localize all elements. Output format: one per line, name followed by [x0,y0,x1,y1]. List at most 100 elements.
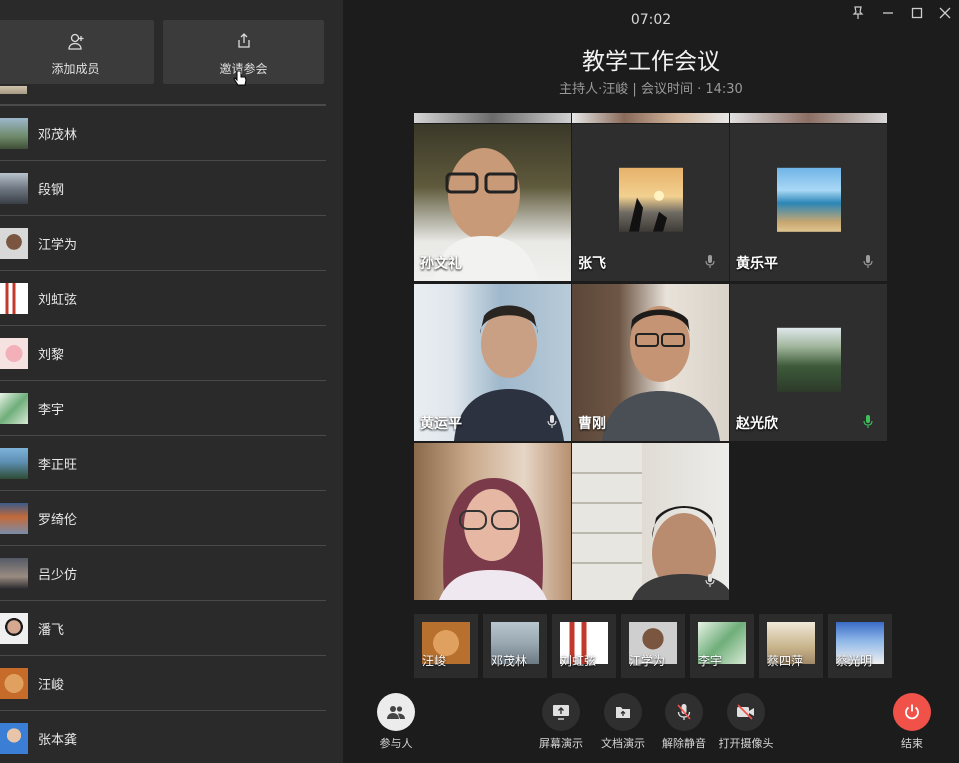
participant-name: 赵光欣 [736,416,778,432]
participant-name: 张飞 [578,256,606,272]
end-meeting-button[interactable]: 结束 [877,693,947,751]
mic-icon [863,253,873,272]
add-user-icon [0,32,154,52]
mic-active-icon [863,413,873,432]
member-row[interactable]: 汪峻 [0,656,326,711]
video-tile-partial [414,113,571,123]
avatar [0,723,28,754]
invite-button[interactable]: 邀请参会 [163,20,324,86]
avatar-image [618,167,683,232]
video-tile[interactable] [414,443,571,600]
avatar [0,228,28,259]
close-icon[interactable] [936,4,954,22]
hand-cursor-icon [233,70,247,92]
meeting-main: 07:02 教学工作会议 主持人·汪峻 | 会议时间 · 14:30 孙文礼 张… [343,0,959,763]
camera-label: 打开摄像头 [718,737,774,750]
pin-icon[interactable] [849,4,867,22]
video-tile[interactable]: 张飞 [572,124,729,281]
participants-button[interactable]: 参与人 [361,693,431,751]
thumbnail-name: 邓茂林 [491,654,528,668]
member-row[interactable]: 李正旺 [0,436,326,491]
thumbnail-name: 江学为 [629,654,666,668]
avatar [0,503,28,534]
member-name: 邓茂林 [38,128,78,143]
avatar-image [776,167,841,232]
video-tile[interactable] [572,443,729,600]
camera-button[interactable]: 打开摄像头 [711,693,781,751]
participants-icon [377,693,415,731]
thumbnail-name: 蔡四萍 [767,654,804,668]
avatar [0,393,28,424]
doc-share-button[interactable]: 文档演示 [588,693,658,751]
avatar [0,118,28,149]
participant-thumbnail[interactable]: 邓茂林 [483,614,547,678]
member-row[interactable]: 段钢 [0,161,326,216]
minimize-icon[interactable] [879,4,897,22]
thumbnail-name: 蔡光明 [836,654,873,668]
member-name: 张本龚 [38,733,78,748]
participant-name: 曹刚 [578,416,606,432]
meeting-subtitle: 主持人·汪峻 | 会议时间 · 14:30 [559,82,743,97]
end-label: 结束 [901,737,923,750]
member-row[interactable]: 张本龚 [0,711,326,763]
screen-share-button[interactable]: 屏幕演示 [526,693,596,751]
screen-share-icon [542,693,580,731]
add-member-button[interactable]: 添加成员 [0,20,154,84]
avatar [0,173,28,204]
add-member-label: 添加成员 [51,62,100,76]
member-row[interactable]: 邓茂林 [0,106,326,161]
member-row[interactable]: 江学为 [0,216,326,271]
member-name: 李宇 [38,403,65,418]
mic-icon [705,572,715,591]
maximize-icon[interactable] [908,4,926,22]
participant-name: 黄乐平 [736,256,778,272]
avatar [0,283,28,314]
meeting-title: 教学工作会议 [582,49,720,75]
member-row[interactable]: 李宇 [0,381,326,436]
avatar [0,448,28,479]
thumbnail-name: 汪峻 [422,654,447,668]
participant-thumbnail[interactable]: 李宇 [690,614,754,678]
member-row[interactable]: 罗绮伦 [0,491,326,546]
avatar-image [776,327,841,392]
unmute-button[interactable]: 解除静音 [649,693,719,751]
power-icon [893,693,931,731]
mic-icon [547,413,557,432]
member-name: 江学为 [38,238,78,253]
member-row[interactable]: 吕少仿 [0,546,326,601]
avatar [0,613,28,644]
participant-name: 黄运平 [420,416,462,432]
participant-thumbnail[interactable]: 蔡四萍 [759,614,823,678]
member-row[interactable]: 潘飞 [0,601,326,656]
participant-thumbnail[interactable]: 江学为 [621,614,685,678]
mic-muted-icon [665,693,703,731]
participant-thumbnail[interactable]: 蔡光明 [828,614,892,678]
member-panel: 添加成员 邀请参会 邓茂林段钢江学为刘虹弦刘黎李宇李正旺罗绮伦吕少仿潘飞汪峻张本… [0,0,343,763]
member-row[interactable]: 刘黎 [0,326,326,381]
video-tile[interactable]: 赵光欣 [730,284,887,441]
participant-thumbnail[interactable]: 刘虹弦 [552,614,616,678]
video-tile[interactable]: 黄运平 [414,284,571,441]
participant-name: 孙文礼 [420,256,462,272]
participant-thumbnail[interactable]: 汪峻 [414,614,478,678]
partial-avatar [0,86,27,94]
camera-off-icon [727,693,765,731]
member-name: 潘飞 [38,623,65,638]
participant-video [439,478,547,600]
video-tile[interactable]: 曹刚 [572,284,729,441]
screen-share-label: 屏幕演示 [539,737,583,750]
video-tile-partial [572,113,729,123]
unmute-label: 解除静音 [662,737,706,750]
member-name: 刘黎 [38,348,65,363]
thumbnail-name: 李宇 [698,654,723,668]
member-name: 罗绮伦 [38,513,78,528]
avatar [0,668,28,699]
member-name: 段钢 [38,183,65,198]
video-tile[interactable]: 孙文礼 [414,124,571,281]
share-icon [163,32,324,52]
video-tile[interactable]: 黄乐平 [730,124,887,281]
doc-share-label: 文档演示 [601,737,645,750]
avatar [0,338,28,369]
member-row[interactable]: 刘虹弦 [0,271,326,326]
thumbnail-name: 刘虹弦 [560,654,597,668]
